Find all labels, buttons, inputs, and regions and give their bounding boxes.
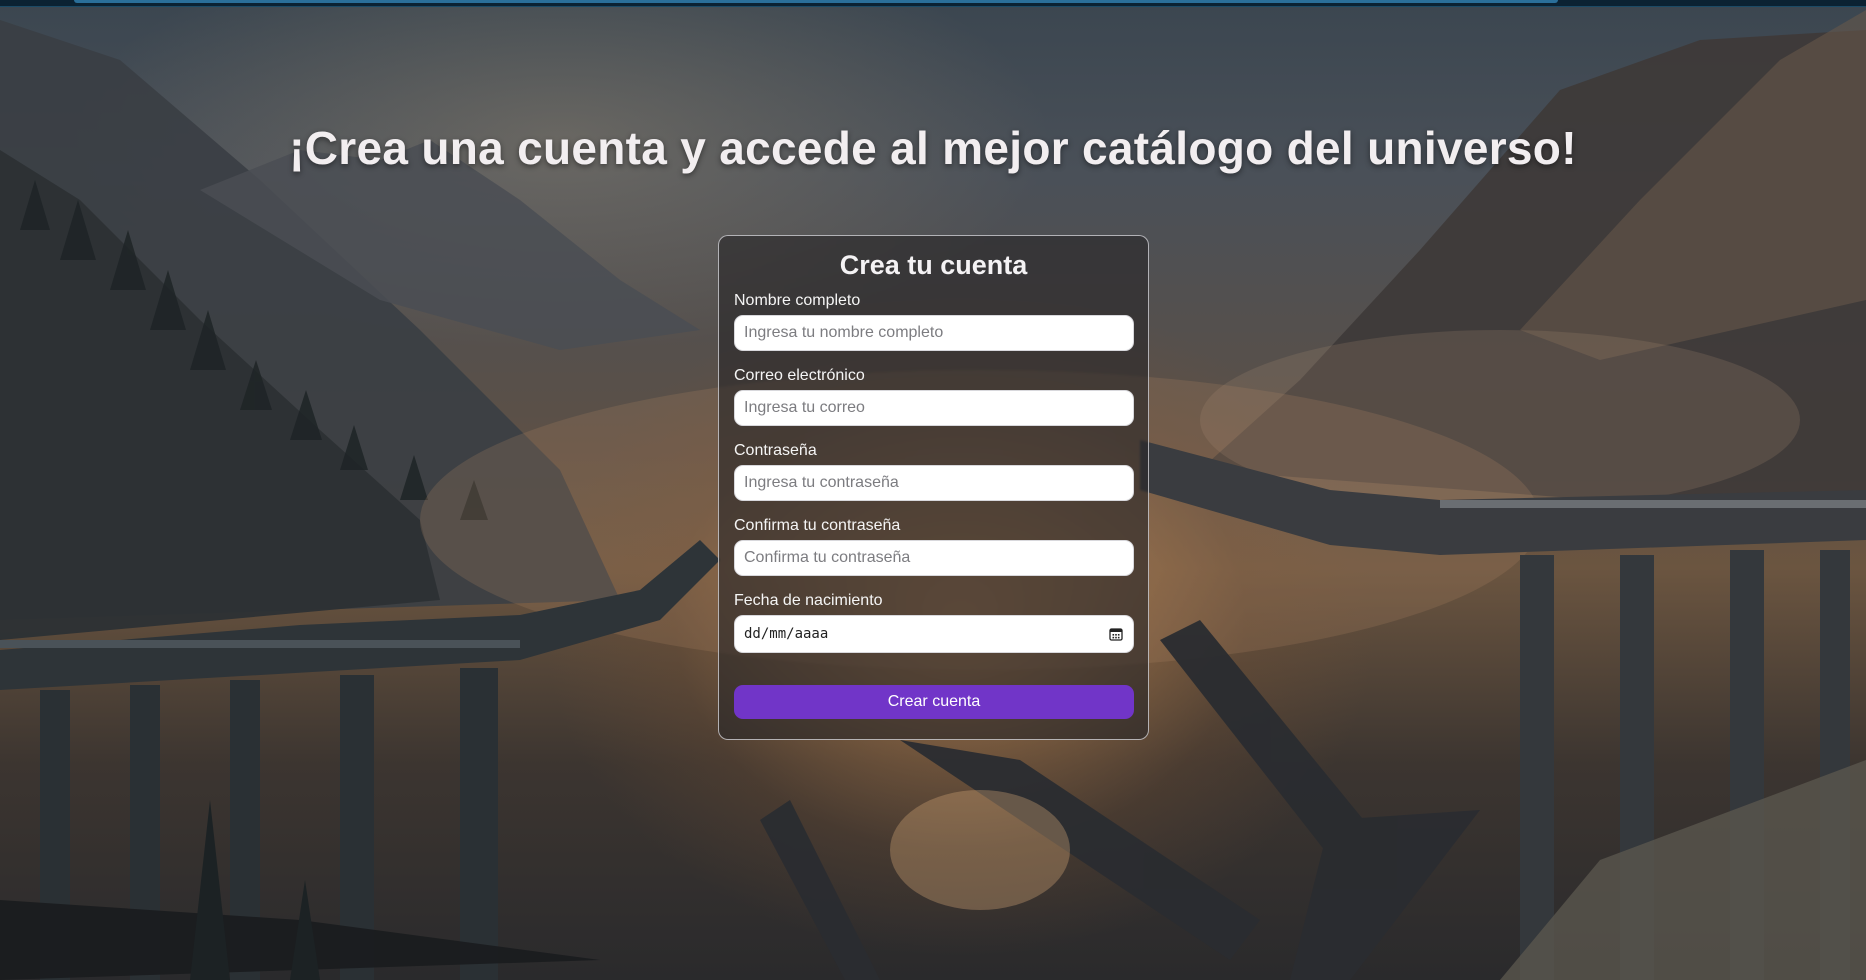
full-name-input[interactable] [734, 315, 1134, 351]
email-input[interactable] [734, 390, 1134, 426]
full-name-field: Nombre completo [734, 292, 1134, 351]
email-field: Correo electrónico [734, 367, 1134, 426]
birthdate-field: Fecha de nacimiento dd/mm/aaaa [734, 592, 1134, 653]
confirm-password-input[interactable] [734, 540, 1134, 576]
birthdate-label: Fecha de nacimiento [734, 592, 883, 609]
full-name-label: Nombre completo [734, 292, 861, 309]
signup-form: Crea tu cuenta Nombre completo Correo el… [718, 235, 1149, 740]
email-label: Correo electrónico [734, 367, 865, 384]
password-field: Contraseña [734, 442, 1134, 501]
top-bar [0, 0, 1866, 7]
password-label: Contraseña [734, 442, 817, 459]
page-headline: ¡Crea una cuenta y accede al mejor catál… [289, 121, 1577, 174]
form-title: Crea tu cuenta [839, 250, 1028, 280]
confirm-password-label: Confirma tu contraseña [734, 517, 901, 534]
birthdate-input[interactable]: dd/mm/aaaa [734, 615, 1134, 653]
birthdate-placeholder: dd/mm/aaaa [744, 626, 829, 642]
top-bar-highlight [74, 0, 1558, 3]
calendar-icon[interactable] [1109, 627, 1123, 641]
signup-page: ¡Crea una cuenta y accede al mejor catál… [0, 0, 1866, 980]
password-input[interactable] [734, 465, 1134, 501]
create-account-button[interactable]: Crear cuenta [734, 685, 1134, 719]
confirm-password-field: Confirma tu contraseña [734, 517, 1134, 576]
